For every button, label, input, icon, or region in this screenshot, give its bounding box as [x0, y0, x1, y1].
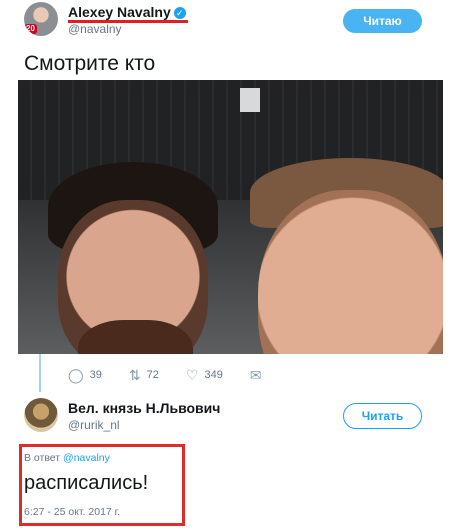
reply-author-name[interactable]: Вел. князь Н.Львович	[68, 400, 220, 416]
follow-button[interactable]: Читать	[343, 403, 422, 429]
dm-action[interactable]: ✉	[250, 368, 268, 382]
reply-timestamp[interactable]: 6:27 - 25 окт. 2017 г.	[24, 506, 120, 518]
thread-connector-line	[39, 354, 41, 392]
like-action[interactable]: ♡ 349	[186, 368, 223, 382]
tweet-photo[interactable]	[18, 80, 443, 354]
tweet-text: Смотрите кто	[24, 52, 156, 75]
author-handle[interactable]: @navalny	[68, 22, 122, 36]
following-button[interactable]: Читаю	[343, 9, 422, 33]
retweet-count: 72	[146, 369, 159, 381]
tweet-actions: ◯ 39 ⇅ 72 ♡ 349 ✉	[68, 368, 268, 382]
reply-text: расписались!	[24, 472, 149, 494]
reply-to-prefix: В ответ	[24, 452, 61, 464]
envelope-icon: ✉	[249, 367, 262, 383]
reply-author-handle[interactable]: @rurik_nl	[68, 418, 120, 432]
reply-to-mention[interactable]: @navalny	[63, 452, 110, 464]
author-name[interactable]: Alexey Navalny ✓	[68, 4, 188, 23]
heart-icon: ♡	[185, 367, 199, 383]
reply-action[interactable]: ◯ 39	[68, 368, 102, 382]
retweet-icon: ⇅	[128, 367, 141, 383]
photo-sign	[240, 88, 260, 112]
avatar-badge: 20	[24, 24, 37, 34]
author-avatar[interactable]: 20	[24, 2, 58, 36]
author-name-text: Alexey Navalny	[68, 4, 171, 20]
reply-count: 39	[89, 369, 102, 381]
like-count: 349	[204, 369, 223, 381]
verified-icon: ✓	[173, 7, 186, 19]
retweet-action[interactable]: ⇅ 72	[129, 368, 159, 382]
reply-icon: ◯	[68, 367, 84, 383]
reply-author-avatar[interactable]	[24, 398, 58, 432]
reply-context: В ответ @navalny	[24, 452, 110, 464]
